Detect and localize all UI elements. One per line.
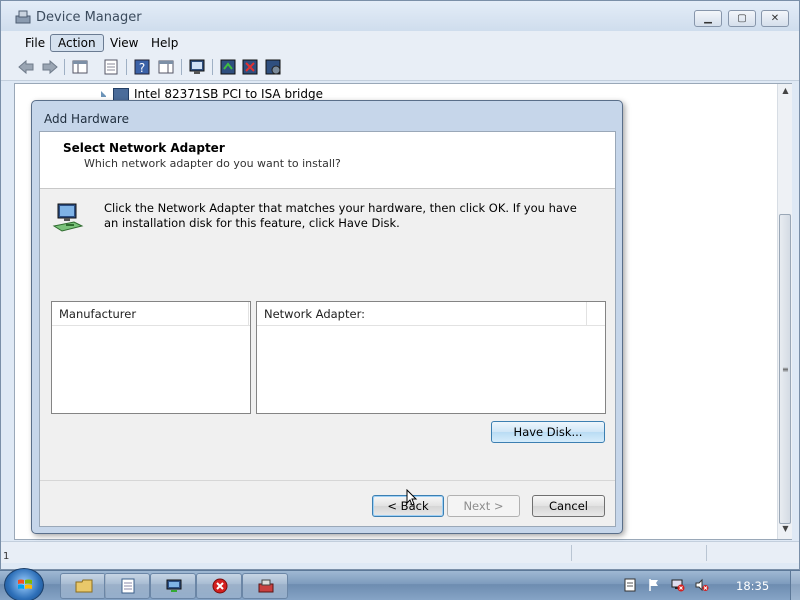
windows-explorer-icon	[75, 579, 93, 593]
manufacturer-header-label: Manufacturer	[59, 307, 137, 321]
taskbar-explorer-button[interactable]	[60, 573, 106, 599]
start-button[interactable]	[4, 568, 44, 600]
help-icon[interactable]: ?	[133, 58, 151, 76]
notification-area: 18:35	[615, 571, 800, 600]
network-adapter-icon	[52, 203, 84, 232]
toolbar-separator	[181, 59, 182, 75]
svg-text:?: ?	[139, 61, 145, 75]
device-manager-icon	[15, 10, 31, 24]
mouse-pointer-icon	[406, 489, 418, 506]
dialog-title: Add Hardware	[44, 112, 129, 126]
status-segment	[706, 545, 799, 561]
show-desktop-button[interactable]	[790, 571, 800, 600]
cancel-button[interactable]: Cancel	[532, 495, 605, 517]
tree-expander-icon[interactable]	[101, 91, 107, 97]
add-hardware-dialog: Add Hardware Select Network Adapter Whic…	[31, 100, 623, 534]
toolbar-separator	[126, 59, 127, 75]
network-adapter-header-label: Network Adapter:	[264, 307, 365, 321]
scrollbar-thumb[interactable]: ≡	[779, 214, 791, 524]
dialog-subheading: Which network adapter do you want to ins…	[84, 157, 341, 170]
network-icon	[166, 579, 182, 592]
scroll-grip-icon: ≡	[782, 365, 789, 374]
taskbar-error-button[interactable]	[196, 573, 242, 599]
toolbar-separator	[212, 59, 213, 75]
close-button[interactable]: ✕	[761, 10, 789, 27]
tree-item-label: Intel 82371SB PCI to ISA bridge	[134, 87, 323, 101]
menu-action[interactable]: Action	[50, 34, 104, 52]
footer-separator	[40, 480, 615, 481]
error-icon	[212, 578, 228, 594]
uninstall-device-icon[interactable]	[241, 58, 259, 76]
properties-icon[interactable]	[102, 58, 120, 76]
minimize-button[interactable]: ▁	[694, 10, 722, 27]
clipped-text: 1	[3, 551, 10, 562]
column-divider	[248, 302, 249, 326]
device-manager-icon	[258, 579, 274, 593]
network-adapter-list[interactable]: Network Adapter:	[256, 301, 606, 414]
toolbar-separator	[64, 59, 65, 75]
clock[interactable]: 18:35	[736, 579, 769, 593]
disable-device-icon[interactable]	[264, 58, 282, 76]
column-divider	[586, 302, 587, 326]
maximize-icon: ▢	[737, 13, 747, 24]
taskbar-network-button[interactable]	[150, 573, 196, 599]
document-icon[interactable]	[623, 578, 637, 592]
taskbar-notepad-button[interactable]	[104, 573, 150, 599]
status-segment	[571, 545, 706, 561]
menu-view[interactable]: View	[102, 34, 146, 52]
menu-file[interactable]: File	[17, 34, 53, 52]
manufacturer-list[interactable]: Manufacturer	[51, 301, 251, 414]
network-adapter-column-header[interactable]: Network Adapter:	[257, 302, 605, 326]
scroll-up-icon[interactable]: ▲	[778, 86, 793, 98]
taskbar: 18:35	[0, 568, 800, 600]
scan-hardware-icon[interactable]	[219, 58, 237, 76]
manufacturer-column-header[interactable]: Manufacturer	[52, 302, 250, 326]
vertical-scrollbar[interactable]: ▲ ≡ ▼	[777, 84, 792, 539]
update-driver-icon[interactable]	[188, 58, 206, 76]
taskbar-device-manager-button[interactable]	[242, 573, 288, 599]
dialog-heading: Select Network Adapter	[63, 141, 225, 155]
toolbar: ?	[1, 53, 799, 81]
dialog-header: Select Network Adapter Which network ada…	[40, 132, 615, 189]
maximize-button[interactable]: ▢	[728, 10, 756, 27]
minimize-icon: ▁	[704, 13, 712, 24]
notepad-icon	[121, 578, 135, 594]
status-bar	[1, 541, 799, 563]
scroll-down-icon[interactable]: ▼	[778, 524, 793, 536]
speaker-muted-icon[interactable]	[695, 578, 709, 592]
network-disconnected-icon[interactable]	[671, 578, 685, 592]
have-disk-button[interactable]: Have Disk...	[491, 421, 605, 443]
forward-arrow-icon[interactable]	[41, 58, 59, 76]
menu-bar: File Action View Help	[1, 31, 799, 53]
dialog-body: Select Network Adapter Which network ada…	[39, 131, 616, 527]
action-center-flag-icon[interactable]	[647, 578, 661, 592]
next-button[interactable]: Next >	[447, 495, 520, 517]
instruction-text: Click the Network Adapter that matches y…	[104, 201, 577, 230]
close-icon: ✕	[770, 13, 780, 24]
show-action-pane-icon[interactable]	[157, 58, 175, 76]
show-hide-console-tree-icon[interactable]	[71, 58, 89, 76]
title-bar[interactable]: Device Manager ▁ ▢ ✕	[1, 1, 799, 31]
window-title: Device Manager	[36, 10, 142, 25]
menu-help[interactable]: Help	[143, 34, 186, 52]
back-arrow-icon[interactable]	[17, 58, 35, 76]
windows-logo-icon	[18, 579, 32, 589]
